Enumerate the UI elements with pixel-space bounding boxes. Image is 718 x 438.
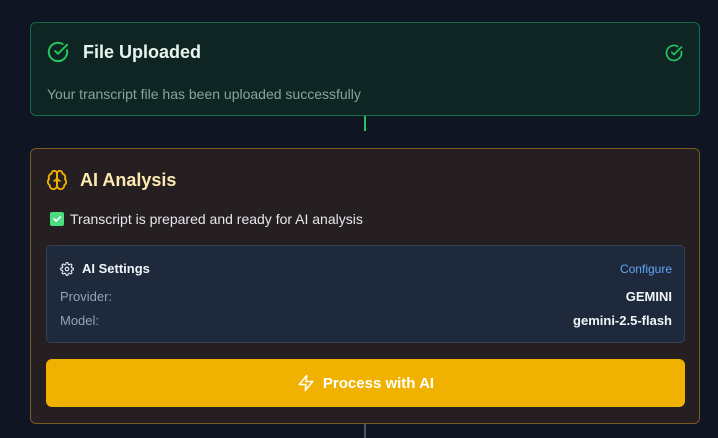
provider-row: Provider: GEMINI xyxy=(60,289,672,304)
gear-icon xyxy=(60,261,74,276)
ai-analysis-card: AI Analysis Transcript is prepared and r… xyxy=(30,148,700,424)
ai-settings-header: AI Settings xyxy=(60,261,150,276)
page: File Uploaded Your transcript file has b… xyxy=(0,0,718,438)
ai-settings-panel: AI Settings Configure Provider: GEMINI M… xyxy=(46,245,685,343)
brain-icon xyxy=(46,169,68,191)
provider-value: GEMINI xyxy=(625,289,672,304)
model-label: Model: xyxy=(60,313,100,328)
check-circle-icon xyxy=(47,41,69,63)
ai-settings-title: AI Settings xyxy=(82,261,150,276)
file-uploaded-card: File Uploaded Your transcript file has b… xyxy=(30,22,700,116)
ready-status: Transcript is prepared and ready for AI … xyxy=(50,211,363,227)
model-row: Model: gemini-2.5-flash xyxy=(60,313,672,328)
step-connector-next xyxy=(364,424,366,438)
model-value: gemini-2.5-flash xyxy=(573,313,672,328)
ai-analysis-title: AI Analysis xyxy=(80,169,177,190)
file-uploaded-title: File Uploaded xyxy=(83,41,202,62)
file-uploaded-description: Your transcript file has been uploaded s… xyxy=(47,86,361,102)
step-connector xyxy=(364,116,366,131)
process-with-ai-label: Process with AI xyxy=(322,374,435,392)
ai-analysis-header: AI Analysis xyxy=(46,169,176,191)
checkbox-checked-icon xyxy=(50,212,64,226)
process-with-ai-button[interactable]: Process with AI xyxy=(46,359,685,407)
provider-label: Provider: xyxy=(60,289,113,304)
success-check-icon xyxy=(665,44,683,62)
ready-status-text: Transcript is prepared and ready for AI … xyxy=(70,211,363,227)
file-uploaded-header: File Uploaded xyxy=(47,41,201,63)
configure-link[interactable]: Configure xyxy=(620,262,672,276)
lightning-icon xyxy=(298,374,314,392)
